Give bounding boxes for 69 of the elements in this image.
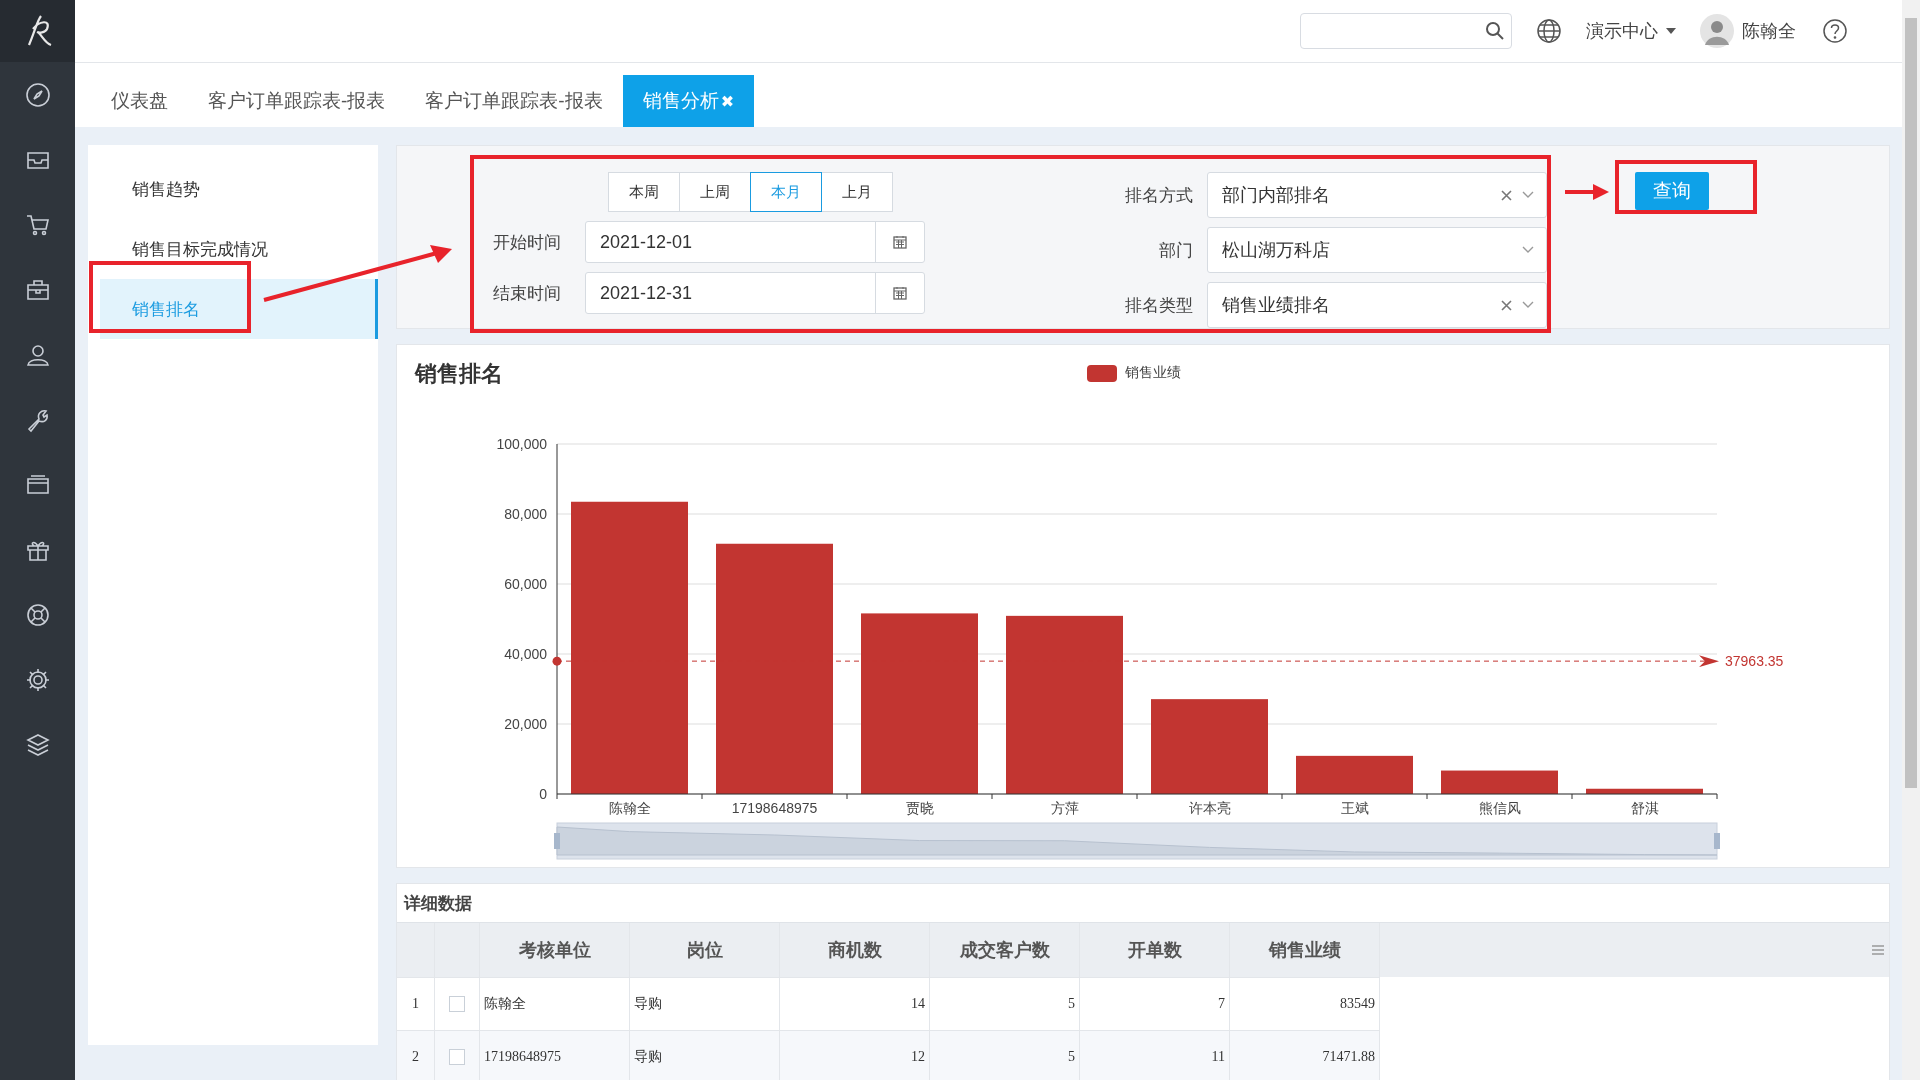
table-cell: 17198648975 bbox=[480, 1031, 630, 1080]
search-field[interactable] bbox=[1300, 13, 1512, 49]
column-header[interactable]: 商机数 bbox=[780, 923, 930, 977]
tab[interactable]: 客户订单跟踪表-报表 bbox=[405, 75, 623, 127]
y-tick-label: 0 bbox=[539, 786, 547, 802]
search-icon[interactable] bbox=[1485, 21, 1505, 41]
field-label: 开始时间 bbox=[493, 231, 561, 254]
legend-label[interactable]: 销售业绩 bbox=[1125, 364, 1181, 382]
user-name[interactable]: 陈翰全 bbox=[1742, 19, 1796, 43]
table-cell: 5 bbox=[930, 1031, 1080, 1080]
x-tick-label: 17198648975 bbox=[731, 800, 818, 816]
chevron-down-icon[interactable] bbox=[1522, 301, 1534, 309]
table-title: 详细数据 bbox=[402, 893, 473, 915]
table-cell: 12 bbox=[780, 1031, 930, 1080]
table-cell: 71471.88 bbox=[1230, 1031, 1380, 1080]
field-label: 部门 bbox=[1158, 239, 1193, 262]
tab[interactable]: 客户订单跟踪表-报表 bbox=[188, 75, 406, 127]
table-cell: 11 bbox=[1080, 1031, 1230, 1080]
scrollbar[interactable] bbox=[1902, 0, 1920, 1080]
menu-item[interactable]: 销售目标完成情况 bbox=[100, 219, 378, 279]
date-field[interactable]: 2021-12-31 bbox=[585, 272, 925, 314]
column-header[interactable]: 岗位 bbox=[630, 923, 780, 977]
period-button[interactable]: 上月 bbox=[821, 172, 893, 212]
calendar-icon[interactable] bbox=[893, 235, 907, 249]
date-field[interactable]: 2021-12-01 bbox=[585, 221, 925, 263]
x-tick-label: 贾晓 bbox=[905, 800, 934, 816]
select-field[interactable]: 松山湖万科店 bbox=[1207, 227, 1547, 273]
y-tick-label: 40,000 bbox=[504, 646, 547, 662]
pointer-arrow bbox=[1565, 182, 1609, 202]
y-tick-label: 100,000 bbox=[496, 436, 547, 452]
clear-icon[interactable] bbox=[1501, 299, 1512, 311]
chart-title: 销售排名 bbox=[415, 360, 503, 388]
chevron-down-icon[interactable] bbox=[1522, 191, 1534, 199]
x-tick-label: 熊信风 bbox=[1478, 800, 1521, 816]
field-label: 结束时间 bbox=[493, 282, 561, 305]
org-dropdown[interactable]: 演示中心 bbox=[1580, 18, 1682, 44]
x-tick-label: 许本亮 bbox=[1188, 800, 1231, 816]
x-tick-label: 舒淇 bbox=[1630, 800, 1659, 816]
legend-swatch[interactable] bbox=[1087, 364, 1117, 382]
column-header[interactable]: 开单数 bbox=[1080, 923, 1230, 977]
menu-item[interactable]: 销售趋势 bbox=[100, 159, 378, 219]
y-tick-label: 20,000 bbox=[504, 716, 547, 732]
select-field[interactable]: 部门内部排名 bbox=[1207, 172, 1547, 218]
column-header[interactable]: 销售业绩 bbox=[1230, 923, 1380, 977]
row-checkbox[interactable] bbox=[449, 996, 465, 1012]
column-header[interactable]: 成交客户数 bbox=[930, 923, 1080, 977]
row-checkbox[interactable] bbox=[449, 1049, 465, 1065]
calendar-icon[interactable] bbox=[893, 286, 907, 300]
clear-icon[interactable] bbox=[1501, 189, 1512, 201]
globe-icon[interactable] bbox=[1536, 18, 1562, 44]
select-field[interactable]: 销售业绩排名 bbox=[1207, 282, 1547, 328]
help-icon[interactable] bbox=[1822, 18, 1848, 44]
x-tick-label: 陈翰全 bbox=[608, 800, 651, 816]
row-number: 2 bbox=[397, 1031, 435, 1080]
period-button[interactable]: 本周 bbox=[608, 172, 680, 212]
x-tick-label: 王斌 bbox=[1340, 800, 1369, 816]
y-tick-label: 60,000 bbox=[504, 576, 547, 592]
avatar[interactable] bbox=[1700, 14, 1734, 48]
chevron-down-icon[interactable] bbox=[1522, 246, 1534, 254]
field-label: 排名方式 bbox=[1124, 184, 1193, 207]
column-header[interactable]: 考核单位 bbox=[480, 923, 630, 977]
y-tick-label: 80,000 bbox=[504, 506, 547, 522]
average-label: 37963.35 bbox=[1725, 653, 1784, 670]
zoom-slider[interactable] bbox=[554, 822, 1720, 860]
field-label: 排名类型 bbox=[1124, 294, 1193, 317]
period-button[interactable]: 上周 bbox=[679, 172, 751, 212]
tab[interactable]: 仪表盘 bbox=[91, 75, 188, 127]
x-tick-label: 方萍 bbox=[1050, 800, 1079, 816]
table-cell: 导购 bbox=[630, 1031, 780, 1080]
